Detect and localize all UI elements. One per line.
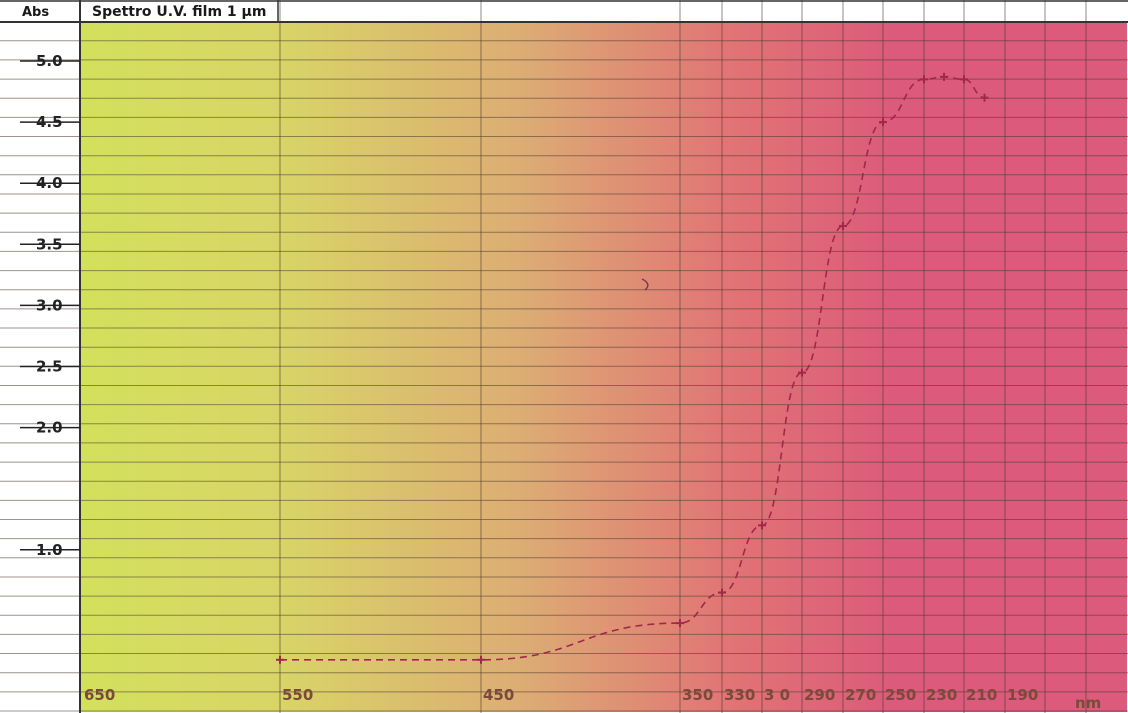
x-tick-label: 350 xyxy=(682,686,713,704)
y-tick-label: 4.0 xyxy=(36,174,63,192)
plot-background xyxy=(80,22,1127,712)
x-tick-label: 650 xyxy=(84,686,115,704)
x-tick-label: 210 xyxy=(966,686,997,704)
chart-title: Spettro U.V. film 1 μm xyxy=(92,4,266,20)
y-tick-label: 3.5 xyxy=(36,235,63,253)
y-tick-label: 2.0 xyxy=(36,419,63,437)
x-tick-label: 270 xyxy=(845,686,876,704)
y-tick-label: 4.5 xyxy=(36,113,63,131)
y-tick-label: 3.0 xyxy=(36,296,63,314)
x-tick-label: 230 xyxy=(926,686,957,704)
y-tick-label: 5.0 xyxy=(36,52,63,70)
x-tick-label: 450 xyxy=(483,686,514,704)
x-axis-unit: nm xyxy=(1075,694,1101,712)
x-tick-label: 290 xyxy=(804,686,835,704)
x-tick-label: 550 xyxy=(282,686,313,704)
uv-spectrum-chart: Abs Spettro U.V. film 1 μm 1.0 2.0 2.5 3.0 3… xyxy=(0,0,1128,713)
y-tick-label: 2.5 xyxy=(36,358,63,376)
y-axis-label: Abs xyxy=(22,5,49,20)
y-axis-strip xyxy=(0,0,80,713)
x-tick-label: 190 xyxy=(1007,686,1038,704)
x-tick-label: 3 0 xyxy=(764,686,790,704)
y-tick-label: 1.0 xyxy=(36,541,63,559)
x-tick-label: 250 xyxy=(885,686,916,704)
x-tick-label: 330 xyxy=(724,686,755,704)
